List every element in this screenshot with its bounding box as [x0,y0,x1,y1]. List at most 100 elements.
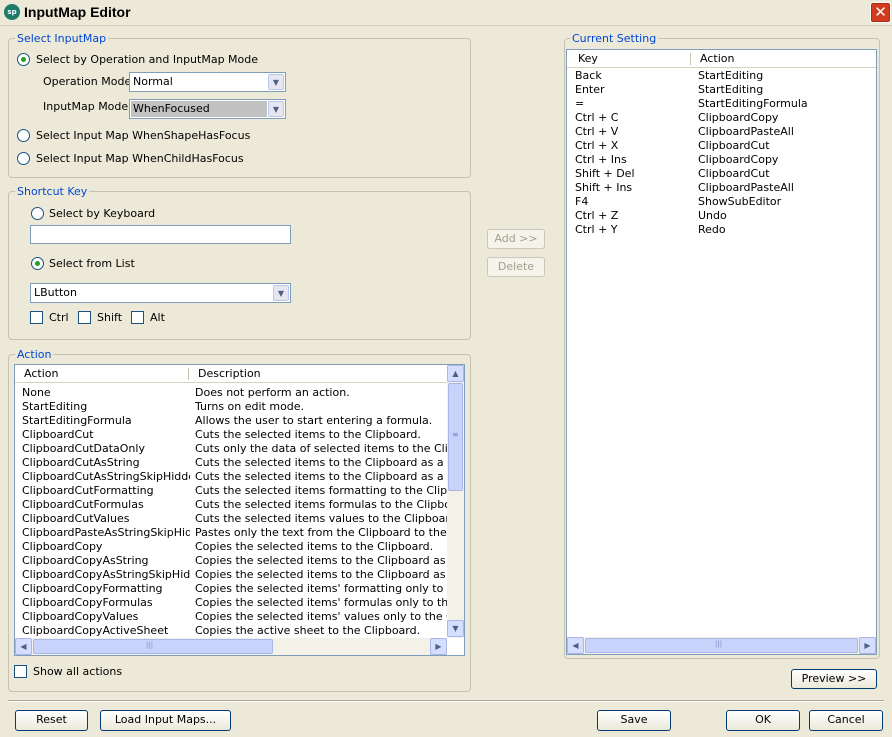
list-item[interactable]: Shift + Ins ClipboardPasteAll [567,181,876,195]
action-description-cell: Copies the selected items' formulas only… [195,596,447,609]
list-item[interactable]: ClipboardCut Cuts the selected items to t… [15,428,447,442]
action-description-cell: Allows the user to start entering a form… [195,414,433,427]
delete-button[interactable]: Delete [487,257,545,277]
scroll-right-icon[interactable]: ▶ [430,638,447,655]
action-description-cell: Cuts the selected items to the Clipboard… [195,428,421,441]
add-button[interactable]: Add >> [487,229,545,249]
save-button[interactable]: Save [597,710,671,731]
alt-checkbox-label[interactable]: Alt [150,311,165,324]
list-item[interactable]: Shift + Del ClipboardCut [567,167,876,181]
list-item[interactable]: ClipboardCopyFormatting Copies the select… [15,582,447,596]
preview-button[interactable]: Preview >> [791,669,877,689]
list-item[interactable]: Ctrl + V ClipboardPasteAll [567,125,876,139]
list-item[interactable]: Ctrl + Y Redo [567,223,876,237]
list-item[interactable]: ClipboardCutAsString Cuts the selected it… [15,456,447,470]
list-item[interactable]: StartEditing Turns on edit mode. [15,400,447,414]
load-input-maps-button[interactable]: Load Input Maps... [100,710,231,731]
list-item[interactable]: None Does not perform an action. [15,386,447,400]
cancel-button[interactable]: Cancel [809,710,883,731]
action-description-cell: Cuts the selected items to the Clipboard… [195,470,447,483]
list-item[interactable]: ClipboardCutFormulas Cuts the selected it… [15,498,447,512]
grip-icon: ||| [715,640,723,648]
shift-checkbox-label[interactable]: Shift [97,311,122,324]
radio-select-keyboard[interactable] [31,207,44,220]
action-list[interactable]: Action Description None Does not perform … [14,364,465,656]
chevron-down-icon[interactable]: ▼ [273,285,289,301]
scroll-down-icon[interactable]: ▼ [447,620,464,637]
show-all-actions-label[interactable]: Show all actions [33,665,122,678]
scroll-left-icon[interactable]: ◀ [567,637,584,654]
scroll-left-icon[interactable]: ◀ [15,638,32,655]
list-item[interactable]: ClipboardPasteAsStringSkipHidden Pastes o… [15,526,447,540]
key-cell: Ctrl + Z [575,209,619,222]
radio-shape-focus[interactable] [17,129,30,142]
radio-child-focus[interactable] [17,152,30,165]
title-bar: sp InputMap Editor ✕ [0,0,892,26]
chevron-down-icon[interactable]: ▼ [268,74,284,90]
key-list-select[interactable]: LButton ▼ [30,283,291,303]
list-item[interactable]: Back StartEditing [567,69,876,83]
keyboard-shortcut-input[interactable] [30,225,291,244]
radio-select-list-label[interactable]: Select from List [49,257,135,270]
alt-checkbox[interactable] [131,311,144,324]
radio-child-focus-label[interactable]: Select Input Map WhenChildHasFocus [36,152,244,165]
shift-checkbox[interactable] [78,311,91,324]
list-item[interactable]: Ctrl + Ins ClipboardCopy [567,153,876,167]
list-item[interactable]: Ctrl + Z Undo [567,209,876,223]
list-item[interactable]: F4 ShowSubEditor [567,195,876,209]
radio-select-list[interactable] [31,257,44,270]
list-item[interactable]: ClipboardCopyValues Copies the selected i… [15,610,447,624]
action-name-cell: ClipboardCopyFormatting [22,582,163,595]
description-column-header[interactable]: Description [198,367,261,380]
list-item[interactable]: ClipboardCutValues Cuts the selected item… [15,512,447,526]
inputmap-mode-value: WhenFocused [131,101,267,117]
list-item[interactable]: ClipboardCutFormatting Cuts the selected … [15,484,447,498]
scroll-thumb[interactable]: ≡ [448,383,463,491]
list-item[interactable]: Ctrl + C ClipboardCopy [567,111,876,125]
chevron-down-icon[interactable]: ▼ [268,101,284,117]
key-cell: Ctrl + Ins [575,153,627,166]
action-vertical-scrollbar[interactable]: ▲ ≡ ▼ [447,365,464,638]
list-item[interactable]: ClipboardCutDataOnly Cuts only the data o… [15,442,447,456]
list-item[interactable]: ClipboardCopyAsString Copies the selected… [15,554,447,568]
close-button[interactable]: ✕ [870,2,891,23]
radio-select-keyboard-label[interactable]: Select by Keyboard [49,207,155,220]
setting-horizontal-scrollbar[interactable]: ◀ ||| ▶ [567,637,876,654]
key-column-header[interactable]: Key [578,52,598,65]
current-setting-legend: Current Setting [570,32,659,45]
list-item[interactable]: ClipboardCopyFormulas Copies the selected… [15,596,447,610]
list-item[interactable]: ClipboardCopy Copies the selected items t… [15,540,447,554]
list-item[interactable]: ClipboardCopyActiveSheet Copies the activ… [15,624,447,638]
list-item[interactable]: ClipboardCopyAsStringSkipHidden Copies th… [15,568,447,582]
operation-mode-select[interactable]: Normal ▼ [129,72,286,92]
list-item[interactable]: ClipboardCutAsStringSkipHidden Cuts the s… [15,470,447,484]
ctrl-checkbox[interactable] [30,311,43,324]
list-item[interactable]: Enter StartEditing [567,83,876,97]
action-description-cell: Copies the selected items to the Clipboa… [195,568,447,581]
inputmap-mode-select[interactable]: WhenFocused ▼ [129,99,286,119]
radio-operation-mode-label[interactable]: Select by Operation and InputMap Mode [36,53,258,66]
ok-button[interactable]: OK [726,710,800,731]
action-horizontal-scrollbar[interactable]: ◀ ||| ▶ [15,638,447,655]
action-column-header[interactable]: Action [24,367,58,380]
action-column-header[interactable]: Action [700,52,734,65]
scroll-thumb[interactable]: ||| [585,638,858,653]
ctrl-checkbox-label[interactable]: Ctrl [49,311,69,324]
list-item[interactable]: Ctrl + X ClipboardCut [567,139,876,153]
scroll-up-icon[interactable]: ▲ [447,365,464,382]
scroll-right-icon[interactable]: ▶ [859,637,876,654]
key-cell: Ctrl + Y [575,223,618,236]
scroll-thumb[interactable]: ||| [33,639,273,654]
column-separator [188,368,189,380]
shortcut-key-legend: Shortcut Key [15,185,90,198]
radio-operation-mode[interactable] [17,53,30,66]
reset-button[interactable]: Reset [15,710,88,731]
action-name-cell: ClipboardCopyAsStringSkipHidden [22,568,190,581]
list-item[interactable]: StartEditingFormula Allows the user to st… [15,414,447,428]
current-setting-list[interactable]: Key Action Back StartEditing Enter StartEdi… [566,49,877,655]
list-item[interactable]: = StartEditingFormula [567,97,876,111]
radio-shape-focus-label[interactable]: Select Input Map WhenShapeHasFocus [36,129,250,142]
action-name-cell: ClipboardCutDataOnly [22,442,145,455]
show-all-actions-checkbox[interactable] [14,665,27,678]
action-description-cell: Cuts only the data of selected items to … [195,442,447,455]
